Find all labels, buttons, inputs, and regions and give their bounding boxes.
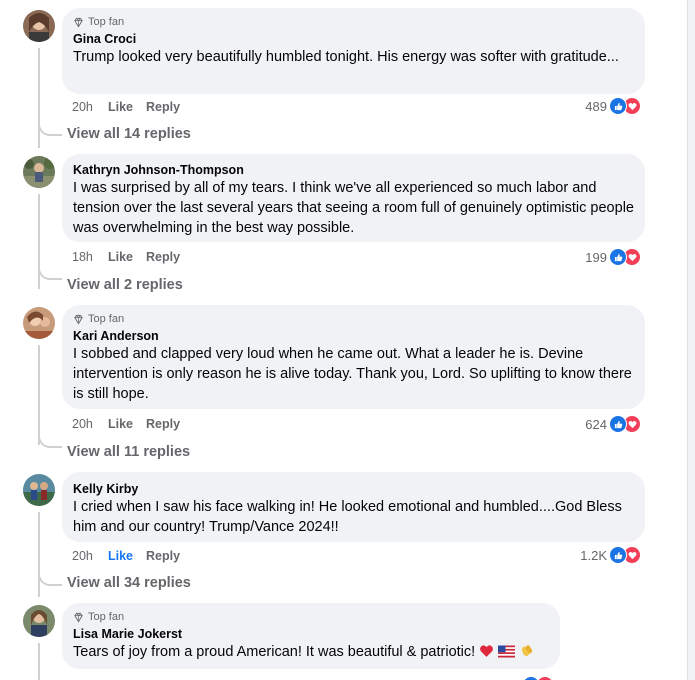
- thumbs-up-icon: [609, 248, 627, 266]
- comment-text: Tears of joy from a proud American! It w…: [73, 644, 476, 660]
- comment-timestamp[interactable]: 20h: [72, 100, 108, 114]
- comment-bubble: Kelly Kirby I cried when I saw his face …: [62, 472, 645, 542]
- comment-bubble: Top fan Gina Croci Trump looked very bea…: [62, 8, 645, 94]
- badge-label: Top fan: [88, 611, 125, 623]
- comment-author[interactable]: Lisa Marie Jokerst: [73, 626, 549, 642]
- view-replies-link[interactable]: View all 2 replies: [67, 277, 183, 293]
- avatar[interactable]: [23, 474, 55, 506]
- reaction-summary[interactable]: 1.2K: [580, 546, 641, 564]
- thumbs-up-icon: [522, 676, 540, 680]
- comments-panel: Top fan Gina Croci Trump looked very bea…: [0, 0, 688, 680]
- us-flag-emoji: [498, 644, 516, 664]
- comment-timestamp[interactable]: 18h: [72, 250, 108, 264]
- reaction-count: 1.2K: [580, 547, 607, 563]
- avatar[interactable]: [23, 605, 55, 637]
- comment-actions: 18h Like Reply: [72, 249, 180, 265]
- comment-bubble: Top fan Kari Anderson I sobbed and clapp…: [62, 305, 645, 409]
- reaction-summary[interactable]: 624: [585, 415, 641, 433]
- comment-author[interactable]: Kathryn Johnson-Thompson: [73, 162, 634, 178]
- thread-line: [38, 512, 40, 597]
- comment-actions: 20h Like Reply: [72, 416, 180, 432]
- badge-label: Top fan: [88, 313, 125, 325]
- comment-author[interactable]: Gina Croci: [73, 31, 634, 47]
- diamond-icon: [74, 314, 83, 324]
- top-fan-badge: Top fan: [73, 312, 634, 326]
- reaction-count: 199: [585, 249, 607, 265]
- comment-text: I cried when I saw his face walking in! …: [73, 499, 622, 535]
- clapping-hands-emoji: [519, 643, 534, 664]
- avatar[interactable]: [23, 307, 55, 339]
- comment-timestamp[interactable]: 20h: [72, 417, 108, 431]
- reply-button[interactable]: Reply: [146, 417, 180, 431]
- thread-line: [38, 643, 40, 680]
- diamond-icon: [74, 612, 83, 622]
- comment-text: I sobbed and clapped very loud when he c…: [73, 346, 632, 402]
- view-replies-link[interactable]: View all 14 replies: [67, 126, 191, 142]
- badge-label: Top fan: [88, 16, 125, 28]
- reaction-summary[interactable]: 199: [585, 248, 641, 266]
- reaction-summary[interactable]: 489: [585, 97, 641, 115]
- reaction-summary[interactable]: [522, 676, 554, 680]
- top-fan-badge: Top fan: [73, 15, 634, 29]
- like-button[interactable]: Like: [108, 250, 146, 264]
- comment-text-container: Tears of joy from a proud American! It w…: [73, 642, 549, 664]
- avatar[interactable]: [23, 10, 55, 42]
- comment-author[interactable]: Kelly Kirby: [73, 481, 634, 497]
- thread-line: [38, 48, 40, 148]
- top-fan-badge: Top fan: [73, 610, 549, 624]
- comment-bubble: Kathryn Johnson-Thompson I was surprised…: [62, 154, 645, 242]
- thread-connector: [38, 120, 62, 136]
- reaction-count: 624: [585, 416, 607, 432]
- comment-author[interactable]: Kari Anderson: [73, 328, 634, 344]
- reply-button[interactable]: Reply: [146, 250, 180, 264]
- view-replies-link[interactable]: View all 34 replies: [67, 575, 191, 591]
- like-button[interactable]: Like: [108, 417, 146, 431]
- comment-timestamp[interactable]: 20h: [72, 549, 108, 563]
- thread-connector: [38, 570, 62, 586]
- avatar[interactable]: [23, 156, 55, 188]
- comment-bubble: Top fan Lisa Marie Jokerst Tears of joy …: [62, 603, 560, 669]
- comment-actions: 20h Like Reply: [72, 548, 180, 564]
- red-heart-emoji: [479, 644, 494, 664]
- view-replies-link[interactable]: View all 11 replies: [67, 444, 190, 460]
- like-button[interactable]: Like: [108, 100, 146, 114]
- reply-button[interactable]: Reply: [146, 100, 180, 114]
- reaction-count: 489: [585, 98, 607, 114]
- thumbs-up-icon: [609, 415, 627, 433]
- diamond-icon: [74, 17, 83, 27]
- thread-line: [38, 345, 40, 445]
- thumbs-up-icon: [609, 97, 627, 115]
- comment-text: Trump looked very beautifully humbled to…: [73, 49, 619, 65]
- thread-connector: [38, 432, 62, 448]
- like-button[interactable]: Like: [108, 549, 146, 563]
- thumbs-up-icon: [609, 546, 627, 564]
- reply-button[interactable]: Reply: [146, 549, 180, 563]
- comment-actions: 20h Like Reply: [72, 99, 180, 115]
- comment-text: I was surprised by all of my tears. I th…: [73, 180, 634, 236]
- thread-connector: [38, 264, 62, 280]
